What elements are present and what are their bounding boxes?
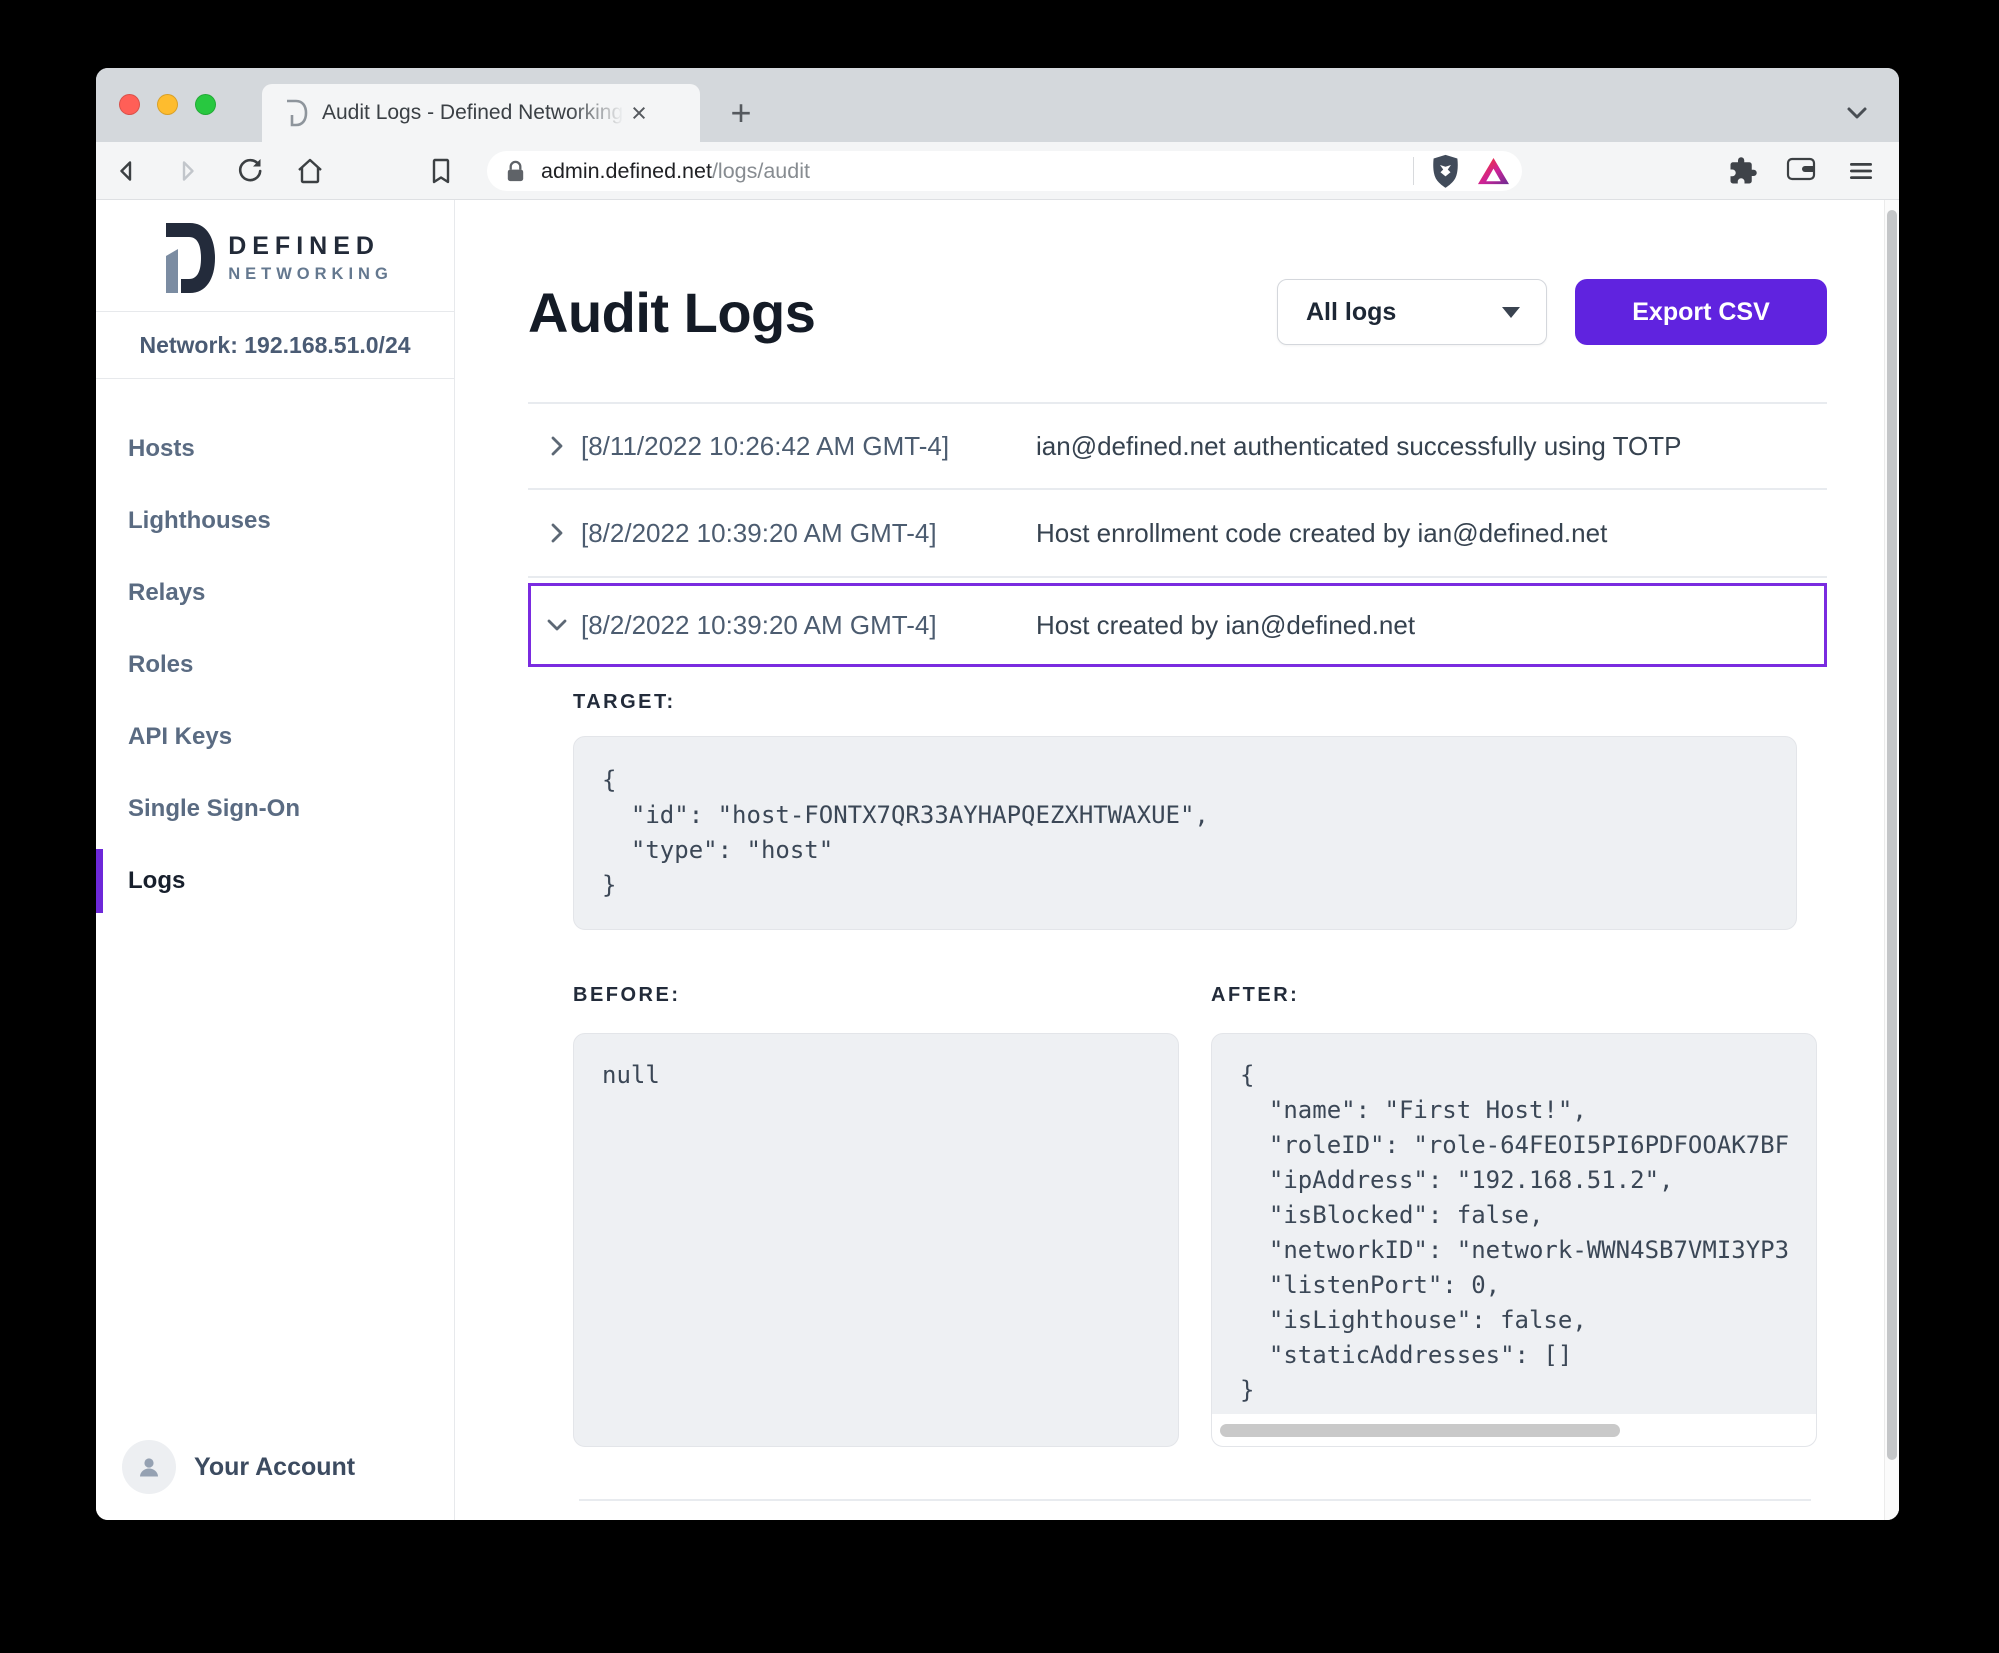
main-area: Audit Logs All logs Export CSV [8/11/202… [455, 200, 1899, 1520]
horizontal-scrollbar-thumb[interactable] [1220, 1424, 1620, 1437]
brave-shield-icon[interactable] [1430, 154, 1461, 188]
person-icon [134, 1452, 164, 1482]
log-timestamp: [8/2/2022 10:39:20 AM GMT-4] [581, 518, 1036, 549]
log-timestamp: [8/2/2022 10:39:20 AM GMT-4] [581, 610, 1036, 641]
vertical-scrollbar[interactable] [1884, 200, 1899, 1520]
sidebar-item-roles[interactable]: Roles [96, 629, 454, 701]
extensions-puzzle-icon[interactable] [1728, 156, 1758, 186]
sidebar-item-lighthouses[interactable]: Lighthouses [96, 485, 454, 557]
before-after-grid: BEFORE: null AFTER: { "name": "First Hos… [573, 984, 1817, 1447]
after-column: AFTER: { "name": "First Host!", "roleID"… [1211, 984, 1817, 1447]
export-csv-button[interactable]: Export CSV [1575, 279, 1827, 345]
defined-networking-logo[interactable]: DEFINED NETWORKING [96, 222, 454, 294]
back-icon[interactable] [113, 156, 143, 186]
reload-icon[interactable] [235, 156, 265, 186]
log-message: Host enrollment code created by ian@defi… [1036, 518, 1607, 549]
after-code: { "name": "First Host!", "roleID": "role… [1212, 1034, 1816, 1414]
sidebar: DEFINED NETWORKING Network: 192.168.51.0… [96, 200, 455, 1520]
horizontal-scrollbar[interactable] [1212, 1414, 1816, 1446]
menu-hamburger-icon[interactable] [1846, 156, 1876, 186]
log-row[interactable]: [8/2/2022 10:39:20 AM GMT-4] Host enroll… [528, 490, 1827, 578]
urlbar-badges [1413, 154, 1510, 188]
sidebar-item-logs[interactable]: Logs [96, 845, 454, 917]
audit-log-list: [8/11/2022 10:26:42 AM GMT-4] ian@define… [528, 402, 1827, 1501]
chevron-down-icon [542, 610, 572, 640]
before-code: null [574, 1034, 1178, 1446]
log-timestamp: [8/11/2022 10:26:42 AM GMT-4] [581, 431, 1036, 462]
network-label: Network: 192.168.51.0/24 [96, 312, 454, 379]
defined-networking-favicon-icon [280, 98, 310, 128]
browser-tab[interactable]: Audit Logs - Defined Networking × [262, 84, 700, 142]
logo-title: DEFINED [228, 232, 393, 261]
log-message: ian@defined.net authenticated successful… [1036, 431, 1681, 462]
home-icon[interactable] [295, 156, 325, 186]
after-label: AFTER: [1211, 984, 1817, 1007]
target-code: { "id": "host-FONTX7QR33AYHAPQEZXHTWAXUE… [574, 737, 1796, 929]
sidebar-item-api-keys[interactable]: API Keys [96, 701, 454, 773]
select-caret-icon [1502, 307, 1520, 318]
page-header: Audit Logs All logs Export CSV [528, 278, 1827, 346]
new-tab-button[interactable]: + [722, 94, 760, 132]
before-column: BEFORE: null [573, 984, 1179, 1447]
url-path: /logs/audit [712, 159, 810, 183]
browser-window: Audit Logs - Defined Networking × + [96, 68, 1899, 1520]
before-label: BEFORE: [573, 984, 1179, 1007]
log-row[interactable]: [8/11/2022 10:26:42 AM GMT-4] ian@define… [528, 402, 1827, 490]
list-bottom-divider [579, 1499, 1811, 1501]
logo-subtitle: NETWORKING [228, 265, 393, 284]
brave-rewards-bat-icon[interactable] [1477, 156, 1510, 187]
lock-icon [503, 159, 528, 184]
target-label: TARGET: [573, 691, 1817, 714]
page-title: Audit Logs [528, 280, 815, 345]
close-window-button[interactable] [119, 94, 140, 115]
url-bar[interactable]: admin.defined.net/logs/audit [487, 151, 1522, 191]
sidebar-item-hosts[interactable]: Hosts [96, 413, 454, 485]
sidebar-item-relays[interactable]: Relays [96, 557, 454, 629]
vertical-scrollbar-thumb[interactable] [1887, 210, 1897, 1460]
minimize-window-button[interactable] [157, 94, 178, 115]
tab-title: Audit Logs - Defined Networking [322, 101, 624, 125]
log-filter-value: All logs [1306, 298, 1396, 327]
log-filter-select[interactable]: All logs [1277, 279, 1547, 345]
browser-toolbar: admin.defined.net/logs/audit [96, 142, 1899, 200]
page-content: DEFINED NETWORKING Network: 192.168.51.0… [96, 200, 1899, 1520]
url-text: admin.defined.net/logs/audit [541, 159, 810, 184]
your-account-button[interactable]: Your Account [96, 1440, 454, 1520]
avatar [122, 1440, 176, 1494]
log-message: Host created by ian@defined.net [1036, 610, 1415, 641]
before-code-block: null [573, 1033, 1179, 1447]
after-code-block: { "name": "First Host!", "roleID": "role… [1211, 1033, 1817, 1447]
tab-search-chevron-icon[interactable] [1844, 100, 1870, 131]
bookmark-icon[interactable] [426, 156, 456, 186]
defined-logo-mark-icon [157, 223, 215, 293]
sidebar-item-single-sign-on[interactable]: Single Sign-On [96, 773, 454, 845]
zoom-window-button[interactable] [195, 94, 216, 115]
urlbar-separator [1413, 157, 1414, 185]
log-row-expanded[interactable]: [8/2/2022 10:39:20 AM GMT-4] Host create… [528, 583, 1827, 667]
close-tab-icon[interactable]: × [624, 98, 654, 128]
sidebar-nav: Hosts Lighthouses Relays Roles API Keys … [96, 379, 454, 917]
url-host: admin.defined.net [541, 159, 712, 183]
log-detail: TARGET: { "id": "host-FONTX7QR33AYHAPQEZ… [528, 667, 1827, 1501]
chevron-right-icon [542, 431, 572, 461]
chevron-right-icon [542, 518, 572, 548]
forward-icon[interactable] [171, 156, 201, 186]
account-label: Your Account [194, 1453, 355, 1482]
tab-strip: Audit Logs - Defined Networking × + [96, 68, 1899, 142]
target-code-block: { "id": "host-FONTX7QR33AYHAPQEZXHTWAXUE… [573, 736, 1797, 930]
wallet-icon[interactable] [1786, 156, 1816, 186]
